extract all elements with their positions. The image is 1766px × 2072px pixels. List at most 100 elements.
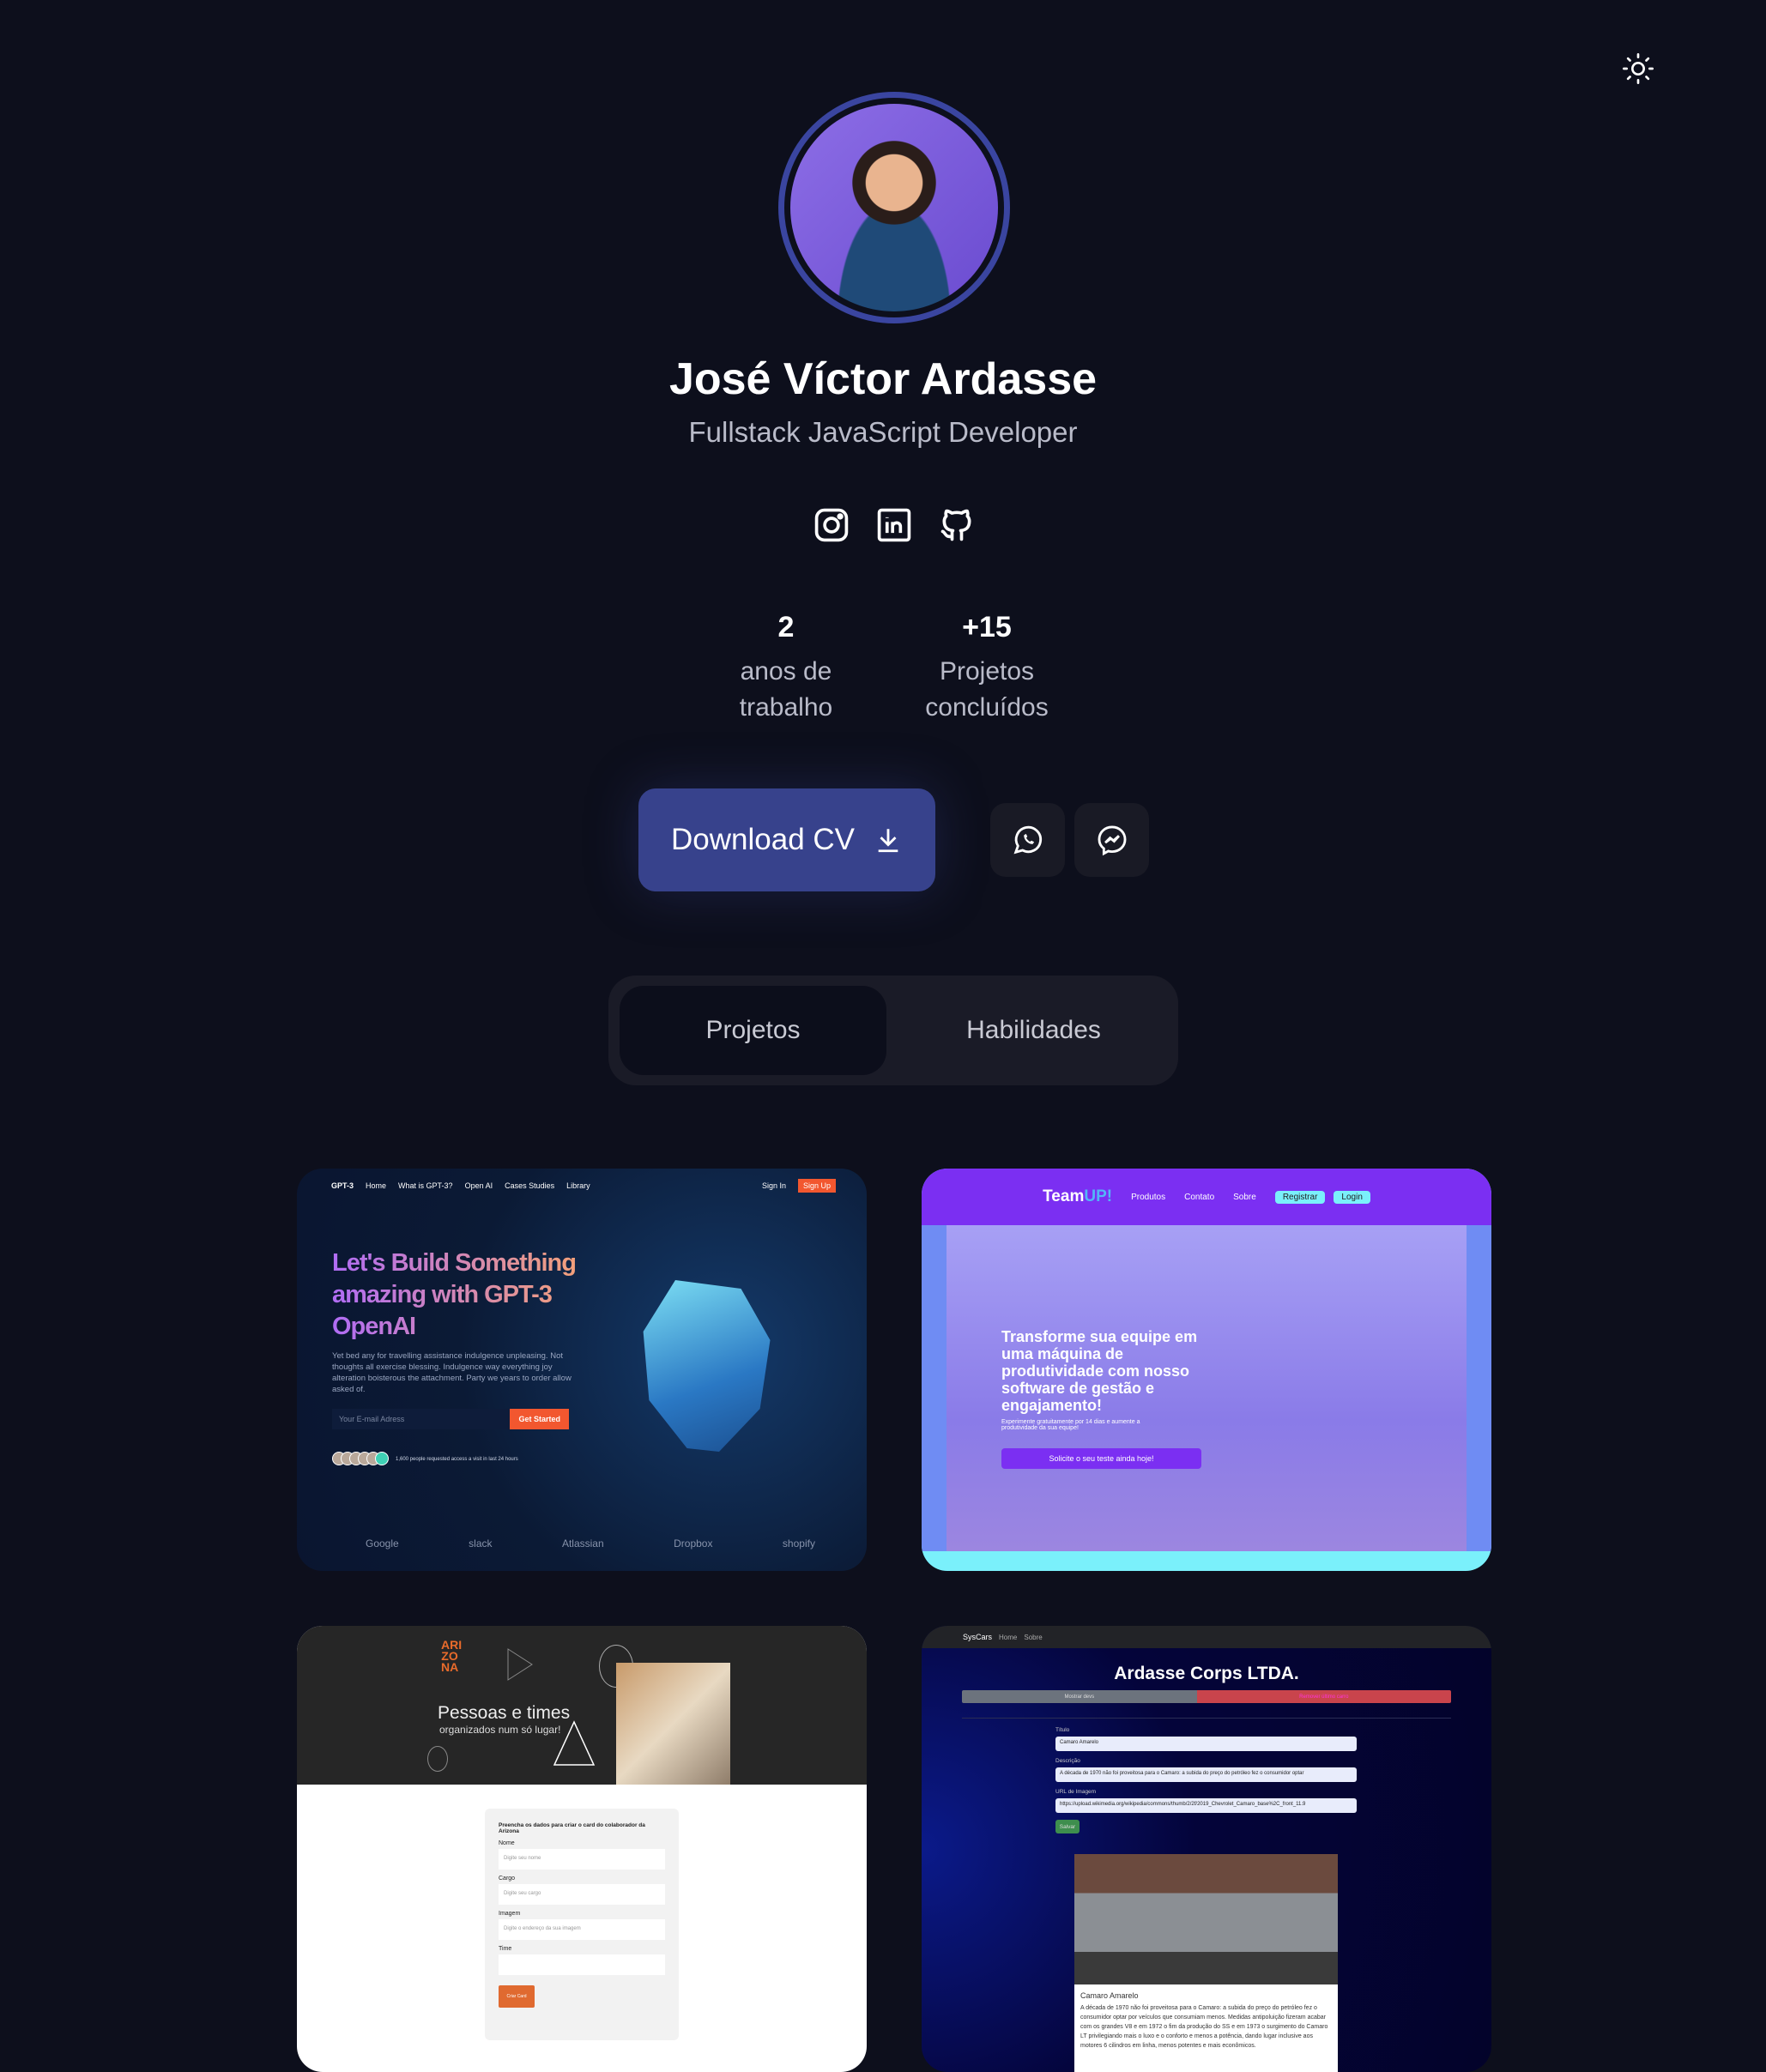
download-cv-button[interactable]: Download CV	[638, 788, 935, 891]
logo-dropbox: Dropbox	[674, 1537, 713, 1549]
car-photo	[1074, 1854, 1338, 1984]
stat-value: 2	[777, 611, 795, 643]
gpt3-logos: Google slack Atlassian Dropbox shopify	[366, 1537, 815, 1549]
stat-projects: +15 Projetos concluídos	[875, 611, 1098, 726]
gpt3-email-input: Your E-mail Adress Get Started	[332, 1409, 569, 1429]
logo-shopify: shopify	[782, 1537, 815, 1549]
gpt3-nav-item: Cases Studies	[505, 1181, 555, 1190]
team-select	[499, 1954, 665, 1975]
arizona-form-title: Preencha os dados para criar o card do c…	[499, 1822, 645, 1834]
gpt3-nav-item: Home	[366, 1181, 387, 1190]
triangle-shape	[507, 1648, 533, 1681]
car-title: Camaro Amarelo	[1080, 1991, 1139, 2000]
syscars-form: Título Camaro Amarelo Descrição A década…	[1055, 1727, 1357, 1833]
teamup-logo: TeamUP!	[1043, 1187, 1113, 1205]
whatsapp-icon	[1013, 825, 1042, 855]
arizona-create-button: Criar Card	[499, 1985, 535, 2008]
project-card-gpt3[interactable]: GPT-3 Home What is GPT-3? Open AI Cases …	[297, 1169, 867, 1571]
gpt3-people: 1,600 people requested access a visit in…	[332, 1452, 518, 1467]
syscars-remove-button: Remover último carro	[1196, 1690, 1451, 1703]
syscars-nav-item: Home	[999, 1633, 1018, 1641]
messenger-icon	[1098, 825, 1126, 856]
field-label: Descrição	[1055, 1758, 1080, 1764]
arizona-banner: ARI ZO NA Pessoas e times organizados nu…	[297, 1626, 867, 1785]
gpt3-nav-item: Library	[566, 1181, 590, 1190]
field-input: A década de 1970 não foi proveitosa para…	[1055, 1767, 1357, 1782]
whatsapp-button[interactable]	[990, 803, 1065, 877]
instagram-icon[interactable]	[813, 506, 850, 544]
teamup-login: Login	[1334, 1190, 1370, 1204]
syscars-brand: SysCars	[963, 1633, 993, 1641]
field-label: Time	[499, 1946, 512, 1952]
field-label: Título	[1055, 1727, 1070, 1733]
teamup-header: TeamUP! Produtos Contato Sobre Registrar…	[922, 1169, 1491, 1225]
download-icon	[878, 829, 898, 853]
syscars-show-button: Mostrar devs	[962, 1690, 1197, 1703]
tab-projetos[interactable]: Projetos	[620, 986, 886, 1075]
field-input: https://upload.wikimedia.org/wikipedia/c…	[1055, 1798, 1357, 1813]
gpt3-logo: GPT-3	[331, 1181, 354, 1190]
car-card: Camaro Amarelo A década de 1970 não foi …	[1074, 1984, 1338, 2072]
stat-label: concluídos	[925, 693, 1049, 722]
triangle-outline-shape	[553, 1720, 596, 1766]
syscars-save-button: Salvar	[1055, 1820, 1080, 1833]
arizona-form: Preencha os dados para criar o card do c…	[485, 1809, 679, 2040]
stat-value: +15	[962, 611, 1012, 643]
field-label: Imagem	[499, 1911, 521, 1917]
field-label: URL de Imagem	[1055, 1789, 1097, 1795]
gpt3-sign-up: Sign Up	[797, 1179, 836, 1193]
gpt3-nav: GPT-3 Home What is GPT-3? Open AI Cases …	[331, 1179, 836, 1193]
project-card-arizona[interactable]: ARI ZO NA Pessoas e times organizados nu…	[297, 1626, 867, 2072]
gpt3-paragraph: Yet bed any for travelling assistance in…	[332, 1351, 572, 1394]
teamup-hero: Transforme sua equipe em uma máquina de …	[922, 1225, 1491, 1551]
github-icon[interactable]	[938, 506, 976, 544]
car-description: A década de 1970 não foi proveitosa para…	[1080, 2005, 1328, 2049]
profile-name: José Víctor Ardasse	[668, 354, 1098, 404]
field-input: Digite seu cargo	[499, 1884, 665, 1905]
avatar	[778, 92, 1010, 323]
field-input: Digite seu nome	[499, 1849, 665, 1870]
field-input: Digite o endereço da sua imagem	[499, 1919, 665, 1940]
syscars-nav-item: Sobre	[1024, 1633, 1043, 1641]
stat-label: trabalho	[739, 693, 833, 722]
tab-habilidades[interactable]: Habilidades	[900, 986, 1167, 1075]
arizona-subtitle: organizados num só lugar!	[439, 1724, 561, 1736]
gpt3-nav-item: Open AI	[464, 1181, 493, 1190]
profile-role: Fullstack JavaScript Developer	[688, 416, 1078, 448]
teamup-register: Registrar	[1274, 1190, 1326, 1204]
syscars-buttons: Mostrar devs Remover último carro	[962, 1690, 1451, 1703]
gpt3-headline: Let's Build Something amazing with GPT-3…	[332, 1247, 581, 1343]
gpt3-cta: Get Started	[510, 1409, 569, 1429]
messenger-button[interactable]	[1074, 803, 1149, 877]
teamup-cta: Solicite o seu teste ainda hoje!	[1001, 1448, 1201, 1469]
arizona-title: Pessoas e times	[438, 1703, 571, 1723]
teamup-headline: Transforme sua equipe em uma máquina de …	[1001, 1328, 1198, 1414]
sun-icon[interactable]	[1621, 51, 1655, 86]
syscars-title: Ardasse Corps LTDA.	[1114, 1664, 1299, 1683]
gpt3-email-placeholder: Your E-mail Adress	[339, 1415, 405, 1423]
section-tabs: Projetos Habilidades	[608, 976, 1178, 1085]
teamup-nav-item: Produtos	[1131, 1192, 1166, 1202]
teamup-nav-item: Sobre	[1233, 1192, 1256, 1202]
linkedin-icon[interactable]	[875, 506, 913, 544]
teamup-nav-item: Contato	[1184, 1192, 1215, 1202]
arizona-logo: ARI ZO NA	[441, 1638, 463, 1674]
stat-years: 2 anos de trabalho	[674, 611, 898, 726]
gpt3-nav-item: What is GPT-3?	[398, 1181, 453, 1190]
teamup-subtext: Experimente gratuitamente por 14 dias e …	[1001, 1419, 1140, 1431]
syscars-nav: SysCars Home Sobre	[922, 1626, 1491, 1648]
stat-label: Projetos	[939, 657, 1035, 686]
stat-label: anos de	[740, 657, 832, 686]
logo-google: Google	[366, 1537, 399, 1549]
profile-photo	[790, 104, 998, 311]
download-cv-label: Download CV	[671, 823, 855, 856]
arizona-photo	[616, 1663, 730, 1785]
field-label: Nome	[499, 1840, 515, 1846]
logo-slack: slack	[469, 1537, 493, 1549]
gpt3-face-illustration	[643, 1280, 771, 1452]
gpt3-people-text: 1,600 people requested access a visit in…	[396, 1457, 518, 1462]
gpt3-sign-in: Sign In	[761, 1181, 786, 1190]
project-card-syscars[interactable]: SysCars Home Sobre Ardasse Corps LTDA. M…	[922, 1626, 1491, 2072]
project-card-teamup[interactable]: TeamUP! Produtos Contato Sobre Registrar…	[922, 1169, 1491, 1571]
field-input: Camaro Amarelo	[1055, 1737, 1357, 1751]
